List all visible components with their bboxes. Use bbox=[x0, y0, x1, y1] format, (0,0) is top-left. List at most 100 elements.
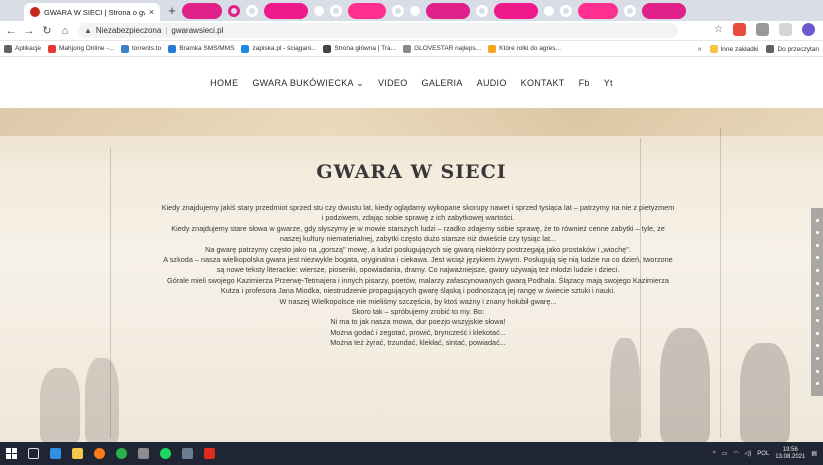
bookmark-item[interactable]: Bramka SMS/MMS bbox=[168, 44, 234, 53]
extensions-puzzle-icon[interactable] bbox=[779, 23, 792, 36]
system-tray: ^ ▭ ◠ ◁) POL 19:56 13.08.2021 ▤ bbox=[713, 442, 823, 465]
network-icon[interactable]: ▭ bbox=[722, 450, 728, 457]
section-dot[interactable] bbox=[815, 231, 819, 235]
bookmark-item[interactable]: Które rolki do agres... bbox=[488, 44, 561, 53]
chrome-icon[interactable] bbox=[110, 442, 132, 465]
bookmarks-bar: Aplikacje Mahjong Online -... torrents.t… bbox=[0, 41, 823, 57]
nav-gwara-bukowiecka[interactable]: GWARA BUKÓWIECKA ⌄ bbox=[252, 78, 364, 89]
section-dot[interactable] bbox=[815, 269, 819, 273]
theme-pattern-icon bbox=[578, 3, 618, 19]
theme-pattern-icon bbox=[642, 3, 686, 19]
web-page: HOME GWARA BUKÓWIECKA ⌄ VIDEO GALERIA AU… bbox=[0, 58, 823, 442]
bookmark-item[interactable]: GLOVESTAR najleps... bbox=[403, 44, 482, 53]
clock[interactable]: 19:56 13.08.2021 bbox=[775, 447, 805, 461]
windows-logo-icon bbox=[5, 448, 17, 459]
language-indicator[interactable]: POL bbox=[757, 451, 769, 457]
theme-dot-icon bbox=[544, 6, 554, 16]
theme-pattern-icon bbox=[264, 3, 308, 19]
extension-icon[interactable] bbox=[756, 23, 769, 36]
bookmark-label: Strona główna | Tra... bbox=[334, 45, 397, 52]
acrobat-icon[interactable] bbox=[198, 442, 220, 465]
section-dot-navigation[interactable] bbox=[811, 208, 823, 396]
bookmarks-overflow-icon[interactable]: » bbox=[698, 46, 702, 53]
theme-dot-icon bbox=[476, 5, 488, 17]
url-text: gwarawsieci.pl bbox=[171, 26, 224, 35]
page-title: GWARA W SIECI bbox=[316, 161, 507, 183]
background-photo-figure bbox=[740, 343, 790, 442]
intro-paragraph: Kiedy znajdujemy jakiś stary przedmiot s… bbox=[161, 203, 675, 223]
section-dot[interactable] bbox=[815, 344, 819, 348]
section-dot[interactable] bbox=[815, 331, 819, 335]
section-dot[interactable] bbox=[815, 369, 819, 373]
bookmark-favicon-icon bbox=[241, 44, 250, 53]
clock-time: 19:56 bbox=[782, 446, 798, 453]
bookmark-item[interactable]: Strona główna | Tra... bbox=[323, 44, 397, 53]
security-label: Niezabezpieczona bbox=[95, 26, 162, 35]
profile-avatar[interactable] bbox=[802, 23, 815, 36]
nav-galeria[interactable]: GALERIA bbox=[422, 78, 463, 88]
nav-youtube[interactable]: Yt bbox=[604, 78, 613, 88]
section-dot[interactable] bbox=[815, 294, 819, 298]
intro-paragraph: Ni ma to jak nasza mowa, dur poezjo wszy… bbox=[330, 317, 506, 327]
section-dot[interactable] bbox=[815, 356, 819, 360]
bookmark-item[interactable]: torrents.to bbox=[120, 44, 162, 53]
spotify-icon[interactable] bbox=[154, 442, 176, 465]
tray-chevron-icon[interactable]: ^ bbox=[713, 451, 716, 457]
theme-dot-icon bbox=[560, 5, 572, 17]
section-dot[interactable] bbox=[815, 218, 819, 222]
bookmark-label: GLOVESTAR najleps... bbox=[414, 45, 482, 52]
new-tab-button[interactable]: + bbox=[165, 4, 179, 18]
nav-kontakt[interactable]: KONTAKT bbox=[521, 78, 565, 88]
bookmark-item[interactable]: Aplikacje bbox=[4, 44, 42, 53]
theme-dot-icon bbox=[314, 6, 324, 16]
theme-dot-icon bbox=[330, 5, 342, 17]
forward-arrow-icon[interactable]: → bbox=[22, 24, 36, 38]
calculator-icon[interactable] bbox=[176, 442, 198, 465]
bookmark-star-icon[interactable]: ☆ bbox=[714, 24, 723, 35]
hero-top-band bbox=[0, 108, 823, 136]
home-icon[interactable]: ⌂ bbox=[58, 24, 72, 38]
browser-tab-active[interactable]: GWARA W SIECI | Strona o gwa... × bbox=[24, 3, 160, 21]
tab-close-icon[interactable]: × bbox=[149, 7, 154, 17]
windows-start-icon[interactable] bbox=[0, 442, 22, 465]
section-dot[interactable] bbox=[815, 382, 819, 386]
apps-grid-icon bbox=[4, 44, 12, 53]
intro-paragraph: A szkoda – nasza wielkopolska gwara jest… bbox=[163, 255, 673, 275]
section-dot[interactable] bbox=[815, 256, 819, 260]
file-explorer-icon[interactable] bbox=[66, 442, 88, 465]
firefox-icon[interactable] bbox=[88, 442, 110, 465]
volume-icon[interactable]: ◁) bbox=[745, 450, 752, 457]
notifications-icon[interactable]: ▤ bbox=[811, 450, 817, 457]
reading-list[interactable]: Do przeczytan bbox=[766, 45, 819, 53]
intro-paragraph: Można godać i zegotać, prowić, bryncześć… bbox=[330, 327, 506, 337]
store-icon[interactable] bbox=[44, 442, 66, 465]
section-dot[interactable] bbox=[815, 281, 819, 285]
task-view-icon[interactable] bbox=[22, 442, 44, 465]
bookmark-label: Które rolki do agres... bbox=[499, 45, 561, 52]
bookmark-item[interactable]: Mahjong Online -... bbox=[48, 44, 114, 53]
app-icon[interactable] bbox=[132, 442, 154, 465]
bookmark-label: Aplikacje bbox=[15, 45, 42, 52]
theme-dot-icon bbox=[246, 5, 258, 17]
nav-home[interactable]: HOME bbox=[210, 78, 238, 88]
back-arrow-icon[interactable]: ← bbox=[4, 24, 18, 38]
address-bar[interactable]: ▲ Niezabezpieczona | gwarawsieci.pl bbox=[78, 23, 678, 38]
section-dot[interactable] bbox=[815, 306, 819, 310]
nav-video[interactable]: VIDEO bbox=[378, 78, 408, 88]
bookmark-item[interactable]: zapiska.pl - ściągani... bbox=[241, 44, 316, 53]
section-dot[interactable] bbox=[815, 243, 819, 247]
bookmark-label: torrents.to bbox=[131, 45, 162, 52]
section-dot[interactable] bbox=[815, 319, 819, 323]
extension-icon[interactable] bbox=[733, 23, 746, 36]
bookmark-favicon-icon bbox=[403, 44, 412, 53]
reload-icon[interactable]: ↻ bbox=[40, 24, 54, 38]
bookmark-label: Do przeczytan bbox=[777, 45, 819, 53]
theme-pattern-icon bbox=[494, 3, 538, 19]
bookmark-folder-other[interactable]: Inne zakładki bbox=[709, 45, 758, 53]
theme-dot-icon bbox=[624, 5, 636, 17]
browser-toolbar: ← → ↻ ⌂ ▲ Niezabezpieczona | gwarawsieci… bbox=[0, 21, 823, 41]
nav-facebook[interactable]: Fb bbox=[579, 78, 590, 88]
nav-audio[interactable]: AUDIO bbox=[477, 78, 507, 88]
bookmarks-right: » Inne zakładki Do przeczytan bbox=[691, 41, 819, 56]
wifi-icon[interactable]: ◠ bbox=[733, 450, 738, 457]
